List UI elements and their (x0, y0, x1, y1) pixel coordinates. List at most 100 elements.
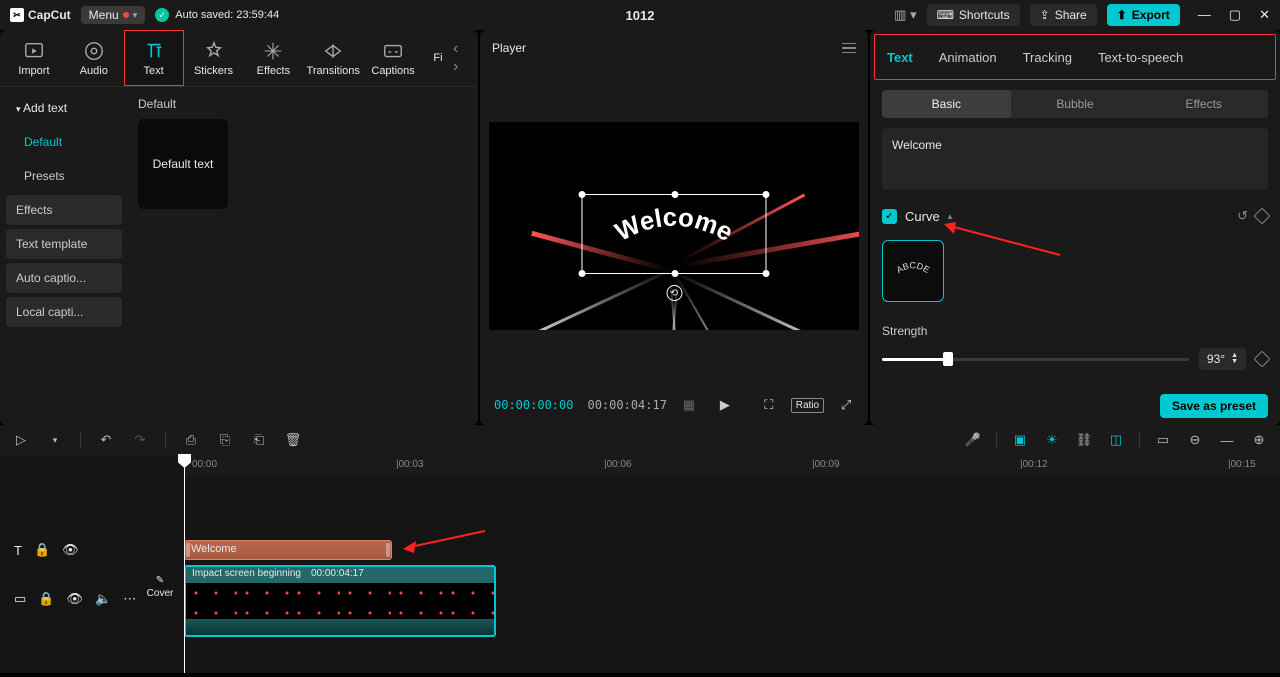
undo-icon[interactable]: ↶ (97, 431, 115, 449)
layout-icon[interactable]: ▥ ▾ (894, 7, 916, 23)
text-selection-box[interactable]: Welcome ⟲ (582, 194, 767, 274)
tab-audio[interactable]: Audio (64, 30, 124, 86)
titlebar: ✂ CapCut Menu ▾ ✓ Auto saved: 23:59:44 1… (0, 0, 1280, 30)
curve-preset-thumb[interactable]: ABCDE (882, 240, 944, 302)
sidebar-add-text[interactable]: ▾ Add text (6, 93, 122, 123)
split-left-icon[interactable]: ⎘ (216, 431, 234, 449)
ratio-button[interactable]: Ratio (791, 398, 824, 413)
export-button[interactable]: ⬆ Export (1107, 4, 1180, 26)
time-ruler[interactable]: 00:00 |00:03 |00:06 |00:09 |00:12 |00:15 (184, 455, 1280, 477)
audio-waveform (186, 619, 494, 633)
tab-captions[interactable]: Captions (363, 30, 423, 86)
player-menu-icon[interactable] (842, 43, 856, 54)
eye-icon[interactable]: 👁 (62, 542, 79, 558)
reset-icon[interactable]: ↺ (1237, 208, 1248, 224)
maximize-icon[interactable]: ▢ (1229, 7, 1241, 23)
close-icon[interactable]: ✕ (1259, 7, 1270, 23)
tab-text[interactable]: Text (124, 30, 184, 86)
tab-filters[interactable]: Fi (423, 30, 453, 86)
tab-transitions[interactable]: Transitions (303, 30, 363, 86)
properties-tabs: Text Animation Tracking Text-to-speech (874, 34, 1276, 80)
ruler-tick: |00:06 (604, 459, 632, 470)
magnet-track-icon[interactable]: ☀ (1043, 431, 1061, 449)
sidebar-default[interactable]: Default (6, 127, 122, 157)
ruler-tick: |00:15 (1228, 459, 1256, 470)
lock-icon[interactable]: 🔒 (38, 591, 54, 607)
tab-stickers[interactable]: Stickers (184, 30, 244, 86)
link-icon[interactable]: ⛓ (1075, 431, 1093, 449)
subtab-effects[interactable]: Effects (1139, 90, 1268, 118)
keyframe-icon[interactable] (1254, 351, 1271, 368)
tab-effects[interactable]: Effects (243, 30, 303, 86)
save-preset-button[interactable]: Save as preset (1160, 394, 1268, 418)
sidebar-text-template[interactable]: Text template (6, 229, 122, 259)
subtab-basic[interactable]: Basic (882, 90, 1011, 118)
video-thumbnails (186, 583, 494, 619)
tabs-scroll[interactable]: ‹ › (453, 30, 474, 86)
stepper-arrows[interactable]: ▲▼ (1231, 353, 1238, 365)
mute-icon[interactable]: 🔈 (95, 591, 111, 607)
timeline-toolbar: ▷ ▾ ↶ ↷ ⎙ ⎘ ⎗ 🗑 🎤 ▣ ☀ ⛓ ◫ ▭ ⊖ — ⊕ (0, 425, 1280, 455)
eye-icon[interactable]: 👁 (66, 591, 83, 607)
minimize-icon[interactable]: — (1198, 7, 1211, 23)
menu-button[interactable]: Menu ▾ (81, 6, 146, 24)
tab-tts[interactable]: Text-to-speech (1098, 50, 1183, 65)
player-controls: 00:00:00:00 00:00:04:17 ▦ ▶ ⛶ Ratio ⤢ (480, 385, 868, 425)
zoom-out-icon[interactable]: ⊖ (1186, 431, 1204, 449)
text-clip[interactable]: Welcome (184, 540, 392, 560)
ruler-tick: 00:00 (192, 459, 217, 470)
tab-import[interactable]: Import (4, 30, 64, 86)
handle-tl[interactable] (579, 191, 586, 198)
sidebar-local-captions[interactable]: Local capti... (6, 297, 122, 327)
check-icon: ✓ (155, 8, 169, 22)
preview-axis-icon[interactable]: ◫ (1107, 431, 1125, 449)
strength-value-input[interactable]: 93° ▲▼ (1199, 348, 1246, 370)
default-text-thumb[interactable]: Default text (138, 119, 228, 209)
strength-slider[interactable] (882, 358, 1189, 361)
shortcuts-button[interactable]: ⌨ Shortcuts (927, 4, 1020, 26)
brand-logo: ✂ (10, 8, 24, 22)
curve-checkbox[interactable]: ✓ (882, 209, 897, 224)
sidebar-effects[interactable]: Effects (6, 195, 122, 225)
slider-thumb[interactable] (943, 352, 953, 366)
tab-tracking[interactable]: Tracking (1023, 50, 1072, 65)
video-canvas: Welcome ⟲ (489, 122, 859, 330)
more-icon[interactable]: ⋯ (123, 591, 136, 607)
zoom-slider-icon[interactable]: — (1218, 431, 1236, 449)
text-content-input[interactable]: Welcome (882, 128, 1268, 190)
sidebar-presets[interactable]: Presets (6, 161, 122, 191)
ruler-tick: |00:12 (1020, 459, 1048, 470)
compare-icon[interactable]: ▦ (681, 394, 697, 416)
keyframe-icon[interactable] (1254, 208, 1271, 225)
save-preset-row: Save as preset (882, 394, 1268, 418)
text-sidebar: ▾ Add text Default Presets Effects Text … (0, 87, 128, 425)
zoom-in-icon[interactable]: ⊕ (1250, 431, 1268, 449)
collapse-icon[interactable]: ▴ (948, 211, 953, 222)
fullscreen-icon[interactable]: ⤢ (838, 394, 854, 416)
split-right-icon[interactable]: ⎗ (250, 431, 268, 449)
rotate-handle[interactable]: ⟲ (666, 285, 682, 301)
delete-icon[interactable]: 🗑 (284, 431, 302, 449)
video-clip[interactable]: Impact screen beginning 00:00:04:17 (184, 565, 496, 637)
handle-tm[interactable] (671, 191, 678, 198)
subtab-bubble[interactable]: Bubble (1011, 90, 1140, 118)
chevron-down-icon[interactable]: ▾ (46, 431, 64, 449)
overview-icon[interactable]: ▭ (1154, 431, 1172, 449)
handle-tr[interactable] (763, 191, 770, 198)
sidebar-auto-captions[interactable]: Auto captio... (6, 263, 122, 293)
pointer-icon[interactable]: ▷ (12, 431, 30, 449)
scale-icon[interactable]: ⛶ (761, 394, 777, 416)
share-button[interactable]: ⇪ Share (1030, 4, 1097, 26)
magnet-main-icon[interactable]: ▣ (1011, 431, 1029, 449)
mic-icon[interactable]: 🎤 (964, 431, 982, 449)
lock-icon[interactable]: 🔒 (34, 542, 50, 558)
strength-slider-row: 93° ▲▼ (882, 348, 1268, 370)
tab-text-props[interactable]: Text (887, 50, 913, 65)
tab-animation[interactable]: Animation (939, 50, 997, 65)
window-controls: — ▢ ✕ (1198, 7, 1270, 23)
playhead[interactable] (184, 455, 185, 673)
play-icon[interactable]: ▶ (717, 394, 733, 416)
preview-area[interactable]: Welcome ⟲ (480, 66, 868, 385)
redo-icon[interactable]: ↷ (131, 431, 149, 449)
split-icon[interactable]: ⎙ (182, 431, 200, 449)
